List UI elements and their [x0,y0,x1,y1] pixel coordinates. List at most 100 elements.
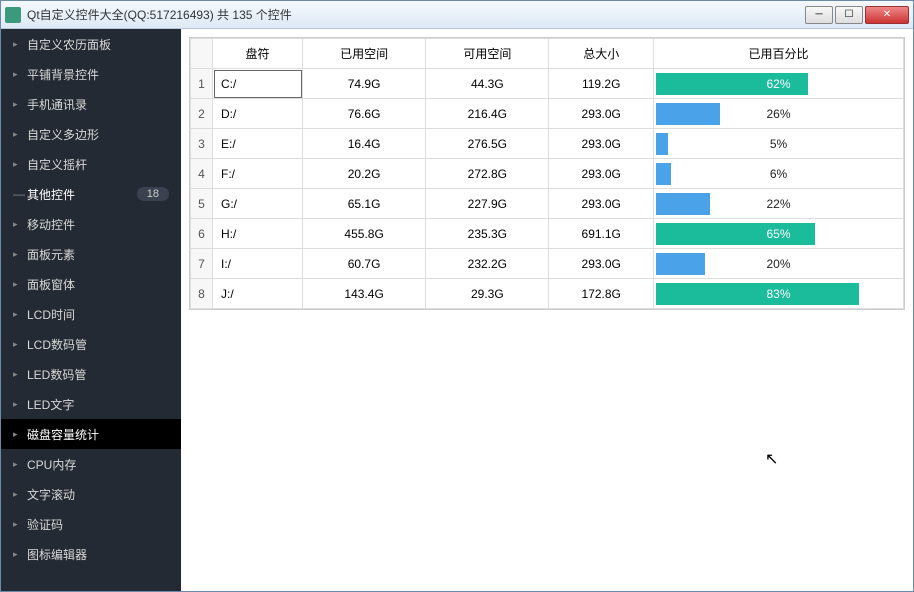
table-row[interactable]: 8J:/143.4G29.3G172.8G83% [191,279,904,309]
cell-drive[interactable]: D:/ [213,99,303,129]
sidebar-item[interactable]: ▸自定义摇杆 [1,149,181,179]
cell-free: 44.3G [426,69,549,99]
progress-bar: 26% [656,103,901,125]
table-row[interactable]: 1C:/74.9G44.3G119.2G62% [191,69,904,99]
cell-used: 76.6G [303,99,426,129]
progress-bar: 62% [656,73,901,95]
table-row[interactable]: 3E:/16.4G276.5G293.0G5% [191,129,904,159]
chevron-right-icon: ▸ [13,369,27,380]
col-header[interactable]: 总大小 [549,39,654,69]
row-number: 7 [191,249,213,279]
progress-text: 65% [656,223,901,245]
cell-total: 119.2G [549,69,654,99]
sidebar-item[interactable]: ▸LED文字 [1,389,181,419]
table-row[interactable]: 2D:/76.6G216.4G293.0G26% [191,99,904,129]
disk-table-wrap: 盘符已用空间可用空间总大小已用百分比 1C:/74.9G44.3G119.2G6… [189,37,905,310]
sidebar-item[interactable]: ▸LED数码管 [1,359,181,389]
chevron-right-icon: ▸ [13,249,27,260]
progress-text: 20% [656,253,901,275]
cell-drive[interactable]: G:/ [213,189,303,219]
progress-bar: 83% [656,283,901,305]
window-buttons: ─ ☐ ✕ [803,6,909,24]
sidebar-badge: 18 [137,187,169,201]
minus-icon: — [13,187,27,201]
app-icon [5,7,21,23]
sidebar-item-label: CPU内存 [27,456,76,473]
sidebar-item[interactable]: ▸文字滚动 [1,479,181,509]
sidebar[interactable]: ▸自定义农历面板▸平铺背景控件▸手机通讯录▸自定义多边形▸自定义摇杆—其他控件1… [1,29,181,591]
sidebar-item[interactable]: ▸面板元素 [1,239,181,269]
row-number: 2 [191,99,213,129]
cell-used: 65.1G [303,189,426,219]
cell-drive[interactable]: H:/ [213,219,303,249]
sidebar-item-label: LED数码管 [27,366,86,383]
sidebar-item[interactable]: ▸LCD数码管 [1,329,181,359]
cell-free: 216.4G [426,99,549,129]
sidebar-item-label: 面板元素 [27,246,75,263]
sidebar-group[interactable]: —其他控件 18 [1,179,181,209]
progress-text: 5% [656,133,901,155]
sidebar-item[interactable]: ▸图标编辑器 [1,539,181,569]
sidebar-item-label: LCD数码管 [27,336,87,353]
sidebar-item[interactable]: ▸手机通讯录 [1,89,181,119]
table-row[interactable]: 4F:/20.2G272.8G293.0G6% [191,159,904,189]
cell-used: 60.7G [303,249,426,279]
sidebar-item[interactable]: ▸平铺背景控件 [1,59,181,89]
row-number: 4 [191,159,213,189]
sidebar-item[interactable]: ▸磁盘容量统计 [1,419,181,449]
cell-total: 293.0G [549,129,654,159]
sidebar-item[interactable]: ▸自定义多边形 [1,119,181,149]
sidebar-item-label: 图标编辑器 [27,546,87,563]
table-header-row: 盘符已用空间可用空间总大小已用百分比 [191,39,904,69]
col-header[interactable]: 盘符 [213,39,303,69]
row-number: 8 [191,279,213,309]
cell-percent: 62% [654,69,904,99]
sidebar-item-label: 文字滚动 [27,486,75,503]
sidebar-item-label: 平铺背景控件 [27,66,99,83]
col-header[interactable]: 可用空间 [426,39,549,69]
chevron-right-icon: ▸ [13,399,27,410]
progress-bar: 65% [656,223,901,245]
sidebar-item-label: 磁盘容量统计 [27,426,99,443]
row-number: 1 [191,69,213,99]
cell-drive[interactable]: F:/ [213,159,303,189]
cell-free: 235.3G [426,219,549,249]
cell-total: 293.0G [549,159,654,189]
cell-used: 74.9G [303,69,426,99]
sidebar-item-label: 面板窗体 [27,276,75,293]
body: ▸自定义农历面板▸平铺背景控件▸手机通讯录▸自定义多边形▸自定义摇杆—其他控件1… [1,29,913,591]
content-area: 盘符已用空间可用空间总大小已用百分比 1C:/74.9G44.3G119.2G6… [181,29,913,591]
table-row[interactable]: 5G:/65.1G227.9G293.0G22% [191,189,904,219]
cell-drive[interactable]: J:/ [213,279,303,309]
table-row[interactable]: 6H:/455.8G235.3G691.1G65% [191,219,904,249]
col-header[interactable]: 已用百分比 [654,39,904,69]
cell-free: 232.2G [426,249,549,279]
close-button[interactable]: ✕ [865,6,909,24]
sidebar-item[interactable]: ▸自定义农历面板 [1,29,181,59]
sidebar-item[interactable]: ▸LCD时间 [1,299,181,329]
table-row[interactable]: 7I:/60.7G232.2G293.0G20% [191,249,904,279]
table-body: 1C:/74.9G44.3G119.2G62%2D:/76.6G216.4G29… [191,69,904,309]
sidebar-item-label: 自定义摇杆 [27,156,87,173]
minimize-button[interactable]: ─ [805,6,833,24]
cell-drive[interactable]: C:/ [213,69,303,99]
maximize-button[interactable]: ☐ [835,6,863,24]
sidebar-item[interactable]: ▸移动控件 [1,209,181,239]
progress-bar: 20% [656,253,901,275]
col-header[interactable]: 已用空间 [303,39,426,69]
cell-percent: 5% [654,129,904,159]
cell-used: 143.4G [303,279,426,309]
cell-total: 691.1G [549,219,654,249]
chevron-right-icon: ▸ [13,159,27,170]
cell-percent: 65% [654,219,904,249]
cell-used: 455.8G [303,219,426,249]
sidebar-item[interactable]: ▸CPU内存 [1,449,181,479]
cell-total: 293.0G [549,99,654,129]
progress-text: 22% [656,193,901,215]
cell-drive[interactable]: E:/ [213,129,303,159]
sidebar-item-label: 其他控件 [27,186,75,203]
cell-drive[interactable]: I:/ [213,249,303,279]
sidebar-item[interactable]: ▸面板窗体 [1,269,181,299]
titlebar[interactable]: Qt自定义控件大全(QQ:517216493) 共 135 个控件 ─ ☐ ✕ [1,1,913,29]
sidebar-item[interactable]: ▸验证码 [1,509,181,539]
